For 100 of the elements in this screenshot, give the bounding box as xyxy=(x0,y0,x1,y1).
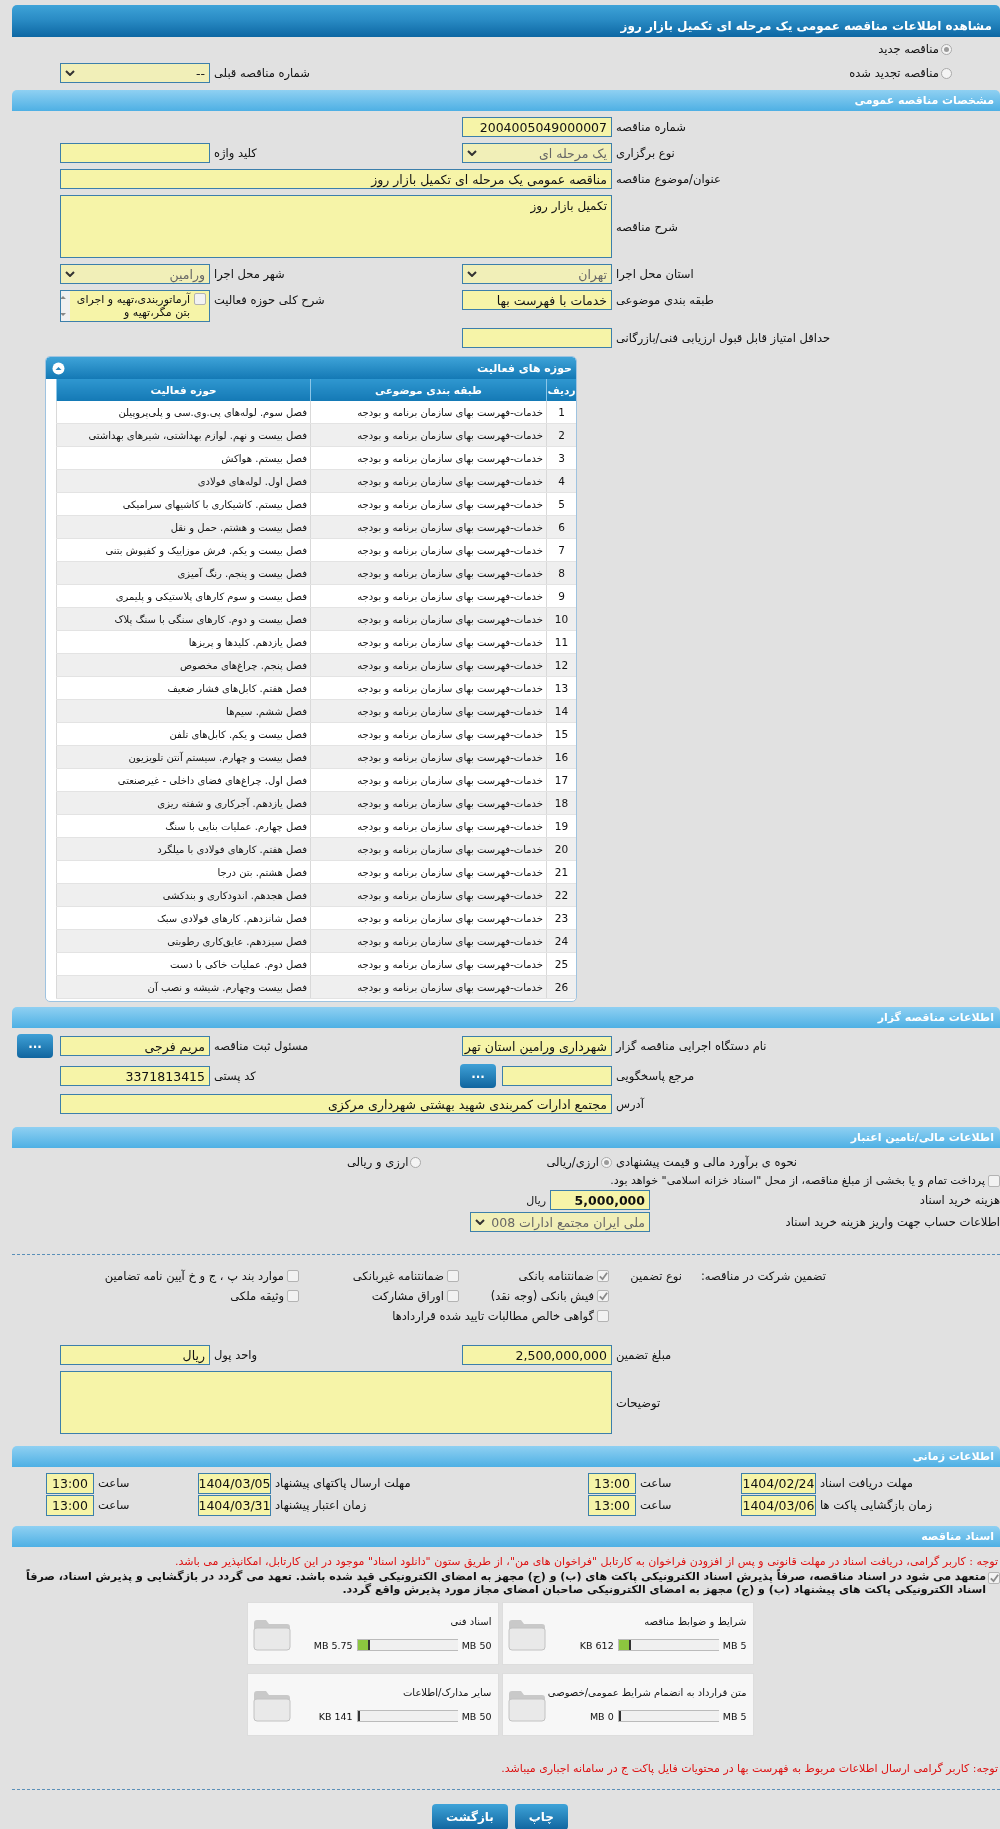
browse-button[interactable]: ... xyxy=(460,1064,496,1088)
table-cell: خدمات-فهرست بهای سازمان برنامه و بودجه xyxy=(310,653,547,677)
browse-button[interactable]: ... xyxy=(17,1034,53,1058)
column-header[interactable]: ردیف xyxy=(546,379,576,401)
text-field[interactable] xyxy=(60,143,210,163)
radio-button[interactable] xyxy=(410,1156,422,1168)
table-cell: 17 xyxy=(546,768,576,792)
table-cell: فصل یازدهم. کلیدها و پریزها xyxy=(56,630,311,654)
text-field[interactable]: 2,500,000,000 xyxy=(462,1345,612,1365)
time-field[interactable]: 13:00 xyxy=(46,1472,94,1494)
checkbox[interactable] xyxy=(597,1310,609,1322)
text-area[interactable]: تکمیل بازار روز xyxy=(60,195,612,258)
checkbox[interactable] xyxy=(447,1290,459,1302)
table-cell: 26 xyxy=(546,975,576,999)
action-button[interactable]: بازگشت xyxy=(432,1804,508,1829)
table-cell: فصل بیستم. هواکش xyxy=(56,446,311,470)
checkbox[interactable] xyxy=(447,1270,459,1282)
checkbox-label: اوراق مشارکت xyxy=(371,1289,444,1303)
column-header[interactable]: طبقه بندی موضوعی xyxy=(310,379,547,401)
field-label: زمان بازگشایی پاکت ها xyxy=(819,1498,933,1512)
section-title: اطلاعات زمانی xyxy=(12,1446,1000,1467)
field-label: شهر محل اجرا xyxy=(213,267,286,281)
time-field[interactable]: 13:00 xyxy=(46,1494,94,1516)
table-cell: فصل چهارم. عملیات بنایی با سنگ xyxy=(56,814,311,838)
table-cell: خدمات-فهرست بهای سازمان برنامه و بودجه xyxy=(310,791,547,815)
checkbox[interactable] xyxy=(988,1174,1000,1187)
action-button[interactable]: چاپ xyxy=(514,1804,568,1829)
checkbox-label: فیش بانکی (وجه نقد) xyxy=(490,1289,594,1303)
text-field[interactable]: 5,000,000 xyxy=(550,1190,650,1210)
size-limit: 50 MB xyxy=(461,1710,492,1722)
date-field[interactable]: 1404/03/05 xyxy=(198,1472,271,1494)
text-field[interactable]: مجتمع ادارات کمربندی شهید بهشتی شهرداری مرکزی xyxy=(60,1094,612,1114)
column-header[interactable]: حوزه فعالیت xyxy=(56,379,311,401)
table-cell: خدمات-فهرست بهای سازمان برنامه و بودجه xyxy=(310,401,547,424)
table-cell: خدمات-فهرست بهای سازمان برنامه و بودجه xyxy=(310,768,547,792)
field-label: کد پستی xyxy=(213,1069,257,1083)
date-field[interactable]: 1404/02/24 xyxy=(741,1472,816,1494)
list-option[interactable]: آرماتوربندی،تهیه و اجرای بتن مگر،تهیه و xyxy=(70,293,190,319)
table-cell: خدمات-فهرست بهای سازمان برنامه و بودجه xyxy=(310,814,547,838)
select-field[interactable]: ورامین xyxy=(60,264,210,284)
date-field[interactable]: 1404/03/06 xyxy=(741,1494,816,1516)
text-field[interactable]: ریال xyxy=(60,1345,210,1365)
field-label: نام دستگاه اجرایی مناقصه گزار xyxy=(614,1039,768,1053)
text-field[interactable] xyxy=(502,1066,612,1086)
select-field[interactable]: -- xyxy=(60,63,210,83)
field-label: مهلت دریافت اسناد xyxy=(819,1476,914,1490)
table-cell: 23 xyxy=(546,906,576,930)
section-title: اطلاعات مالی/تامین اعتبار xyxy=(12,1127,1000,1148)
radio-button[interactable] xyxy=(941,43,952,55)
checkbox[interactable] xyxy=(988,1572,1000,1584)
table-cell: خدمات-فهرست بهای سازمان برنامه و بودجه xyxy=(310,469,547,493)
table-cell: فصل اول. لوله‌های فولادی xyxy=(56,469,311,493)
table-cell: خدمات-فهرست بهای سازمان برنامه و بودجه xyxy=(310,837,547,861)
text-field[interactable]: خدمات با فهرست بها xyxy=(462,290,612,310)
table-cell: فصل بیست وچهارم. شیشه و نصب آن xyxy=(56,975,311,999)
field-label: مهلت ارسال پاکتهای پیشنهاد xyxy=(274,1476,412,1490)
table-cell: خدمات-فهرست بهای سازمان برنامه و بودجه xyxy=(310,883,547,907)
field-label: مسئول ثبت مناقصه xyxy=(213,1039,310,1053)
checkbox[interactable] xyxy=(194,293,206,305)
field-label: هزینه خرید اسناد xyxy=(918,1193,1000,1207)
size-limit: 5 MB xyxy=(722,1639,747,1651)
field-label: مبلغ تضمین xyxy=(615,1348,673,1362)
text-field[interactable] xyxy=(462,328,612,348)
text-field[interactable]: 2004005049000007 xyxy=(462,117,612,137)
text-field[interactable]: مریم فرجی xyxy=(60,1036,210,1056)
field-label: حداقل امتیاز قابل قبول ارزیابی فنی/بازرگانی xyxy=(615,331,832,345)
select-field[interactable]: ملی ایران مجتمع ادارات 008 xyxy=(470,1212,650,1232)
collapse-icon[interactable] xyxy=(52,361,65,375)
radio-button[interactable] xyxy=(941,67,952,79)
table-cell: 22 xyxy=(546,883,576,907)
time-field[interactable]: 13:00 xyxy=(588,1494,636,1516)
window-title: مشاهده اطلاعات مناقصه عمومی یک مرحله ای تکمیل بازار روز xyxy=(12,5,1000,37)
checkbox[interactable] xyxy=(597,1290,609,1302)
text-area[interactable] xyxy=(60,1371,612,1434)
radio-button[interactable] xyxy=(601,1156,612,1168)
time-field[interactable]: 13:00 xyxy=(588,1472,636,1494)
text-field[interactable]: مناقصه عمومی یک مرحله ای تکمیل بازار روز xyxy=(60,169,612,189)
date-field[interactable]: 1404/03/31 xyxy=(198,1494,271,1516)
field-label: عنوان/موضوع مناقصه xyxy=(615,172,722,186)
table-cell: فصل دوم. عملیات خاکی با دست xyxy=(56,952,311,976)
checkbox[interactable] xyxy=(287,1290,299,1302)
text-field[interactable]: 3371813415 xyxy=(60,1066,210,1086)
checkbox[interactable] xyxy=(597,1270,609,1282)
table-cell: فصل هجدهم. اندودکاری و بندکشی xyxy=(56,883,311,907)
notice-text: توجه: کاربر گرامی ارسال اطلاعات مربوط به فهرست بها در محتویات فایل پاکت ج در سامانه اجباری میباشد. xyxy=(500,1761,999,1775)
field-label: شرح کلی حوزه فعالیت xyxy=(213,292,326,307)
field-label: ساعت xyxy=(97,1476,131,1490)
select-field[interactable]: یک مرحله ای xyxy=(462,143,612,163)
table-cell: فصل سوم. لوله‌های پی.وی.سی و پلی‌پروپیلن xyxy=(56,401,311,424)
table-cell: فصل هفتم. کابل‌های فشار ضعیف xyxy=(56,676,311,700)
table-cell: 16 xyxy=(546,745,576,769)
file-size: 612 KB xyxy=(579,1639,614,1651)
list-box[interactable]: آرماتوربندی،تهیه و اجرای بتن مگر،تهیه و xyxy=(60,290,210,322)
table-cell: فصل اول. چراغ‌های فضای داخلی - غیرصنعتی xyxy=(56,768,311,792)
table-cell: خدمات-فهرست بهای سازمان برنامه و بودجه xyxy=(310,630,547,654)
checkbox[interactable] xyxy=(287,1270,299,1282)
text-field[interactable]: شهرداری ورامین استان تهر xyxy=(462,1036,612,1056)
checkbox-label: پرداخت تمام و یا بخشی از مبلغ مناقصه، از محل "اسناد خزانه اسلامی" خواهد بود. xyxy=(610,1174,985,1187)
select-field[interactable]: تهران xyxy=(462,264,612,284)
table-cell: 9 xyxy=(546,584,576,608)
